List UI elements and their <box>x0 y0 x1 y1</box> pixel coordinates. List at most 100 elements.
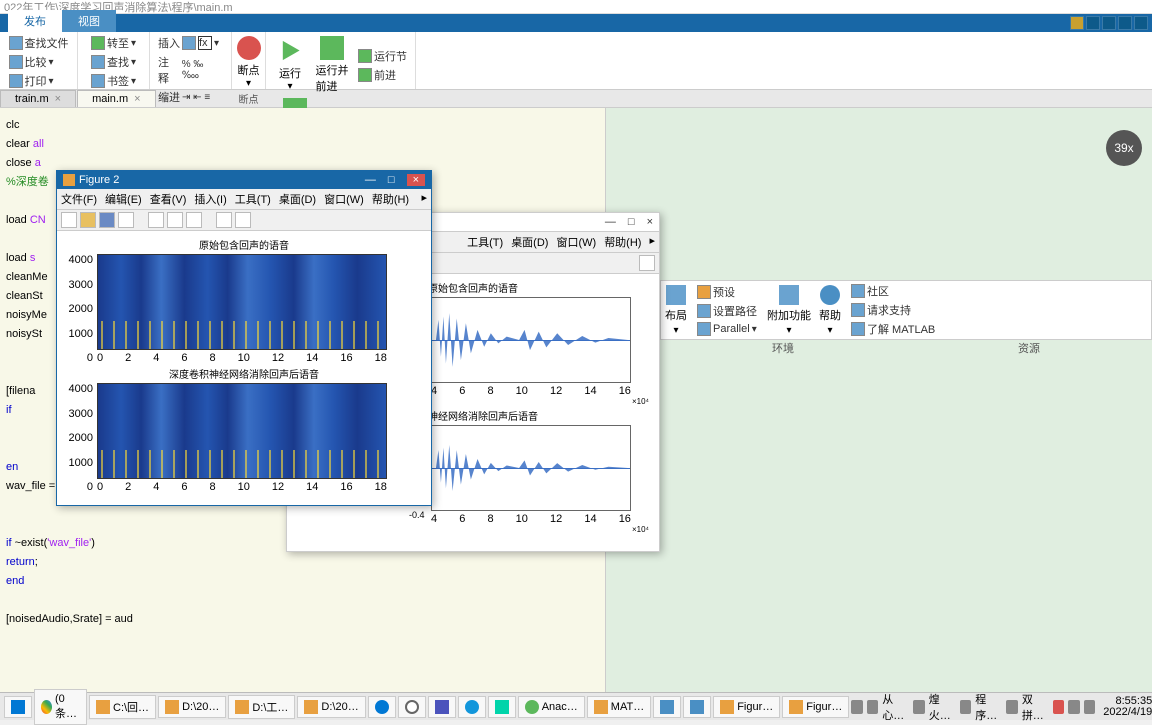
figure2-titlebar[interactable]: Figure 2 —□× <box>57 171 431 189</box>
max-icon[interactable] <box>1102 16 1116 30</box>
menu-window[interactable]: 窗口(W) <box>556 234 596 250</box>
menu-window[interactable]: 窗口(W) <box>324 191 364 207</box>
tool-btn[interactable] <box>186 212 202 228</box>
matlab-icon <box>63 174 75 186</box>
comment-button[interactable]: 注释 % ‰ ‱ <box>156 53 225 87</box>
breakpoint-button[interactable]: 断点▾ <box>231 34 267 91</box>
step-button[interactable]: 前进 <box>356 66 409 84</box>
taskbar-item[interactable] <box>488 696 516 718</box>
tray-icon[interactable] <box>1068 700 1079 714</box>
community-button[interactable]: 社区 <box>849 282 937 300</box>
close-icon[interactable]: × <box>647 216 653 228</box>
open-icon[interactable] <box>80 212 96 228</box>
add-tab-button[interactable]: + <box>157 91 175 107</box>
taskbar-item[interactable]: D:\20… <box>297 696 365 718</box>
menu-view[interactable]: 查看(V) <box>150 191 187 207</box>
menu-tools[interactable]: 工具(T) <box>467 234 503 250</box>
bookmark-button[interactable]: 书签▾ <box>89 72 138 90</box>
run-section-button[interactable]: 运行节 <box>356 47 409 65</box>
taskbar-item[interactable] <box>398 696 426 718</box>
tray-icon[interactable] <box>1006 700 1017 714</box>
pref-button[interactable]: 预设 <box>695 283 759 301</box>
max-icon[interactable]: □ <box>628 216 635 228</box>
compare-button[interactable]: 比较▾ <box>7 53 56 71</box>
min-icon[interactable] <box>1086 16 1100 30</box>
taskbar-item[interactable]: D:\工… <box>228 695 295 719</box>
menu-file[interactable]: 文件(F) <box>61 191 97 207</box>
clock[interactable]: 8:55:352022/4/19 <box>1099 696 1152 718</box>
insert-button[interactable]: 插入 fx▾ <box>156 34 221 52</box>
menu-desktop[interactable]: 桌面(D) <box>511 234 548 250</box>
taskbar-start[interactable] <box>4 696 32 718</box>
help-button[interactable]: 帮助▾ <box>819 285 841 336</box>
menu-tools[interactable]: 工具(T) <box>235 191 271 207</box>
code-line: clear all <box>6 135 599 154</box>
tray-icon[interactable] <box>851 700 862 714</box>
taskbar-item[interactable] <box>428 696 456 718</box>
min-icon[interactable]: — <box>365 174 376 186</box>
file-tab-main[interactable]: main.m× <box>77 90 156 107</box>
tray-text[interactable]: 煌火… <box>929 691 956 723</box>
menu-overflow[interactable]: ▸ <box>649 234 655 250</box>
tray-icon[interactable] <box>1053 700 1064 714</box>
x-axis: 024681012141618 <box>97 481 387 493</box>
tray-icon[interactable] <box>913 700 924 714</box>
close-icon[interactable] <box>1134 16 1148 30</box>
save-icon[interactable] <box>1070 16 1084 30</box>
taskbar-item[interactable] <box>683 696 711 718</box>
menu-desktop[interactable]: 桌面(D) <box>279 191 316 207</box>
close-icon[interactable]: × <box>55 93 61 105</box>
find-files-button[interactable]: 查找文件 <box>7 34 71 52</box>
pointer-icon[interactable] <box>216 212 232 228</box>
taskbar-item[interactable]: C:\回… <box>89 695 156 719</box>
menu-help[interactable]: 帮助(H) <box>372 191 409 207</box>
tool-btn[interactable] <box>148 212 164 228</box>
print-icon[interactable] <box>118 212 134 228</box>
tray-text[interactable]: 程序… <box>975 691 1002 723</box>
menu-help[interactable]: 帮助(H) <box>604 234 641 250</box>
new-icon[interactable] <box>61 212 77 228</box>
goto-button[interactable]: 转至▾ <box>89 34 138 52</box>
tray-icon[interactable] <box>960 700 971 714</box>
menu-edit[interactable]: 编辑(E) <box>105 191 142 207</box>
taskbar-item[interactable]: MAT… <box>587 696 651 718</box>
taskbar-item[interactable]: Figur… <box>782 696 849 718</box>
run-advance-button[interactable]: 运行并 前进 <box>310 34 355 96</box>
taskbar-item[interactable] <box>653 696 681 718</box>
tray-icon[interactable] <box>867 700 878 714</box>
ribbon-tabs: 发布 视图 <box>0 14 1152 32</box>
menu-insert[interactable]: 插入(I) <box>194 191 226 207</box>
setpath-button[interactable]: 设置路径 <box>695 302 759 320</box>
restore-icon[interactable] <box>1118 16 1132 30</box>
tray-text[interactable]: 从心… <box>882 691 909 723</box>
parallel-button[interactable]: Parallel▾ <box>695 321 759 337</box>
tool-btn[interactable] <box>235 212 251 228</box>
taskbar-item[interactable] <box>368 696 396 718</box>
support-button[interactable]: 请求支持 <box>849 301 937 319</box>
file-tab-train[interactable]: train.m× <box>0 90 76 107</box>
menu-overflow[interactable]: ▸ <box>421 191 427 207</box>
close-icon[interactable]: × <box>407 174 425 186</box>
save-icon[interactable] <box>99 212 115 228</box>
figure-window-2[interactable]: Figure 2 —□× 文件(F) 编辑(E) 查看(V) 插入(I) 工具(… <box>56 170 432 506</box>
layout-button[interactable]: 布局▾ <box>665 285 687 336</box>
ribbon-tab-view[interactable]: 视图 <box>62 10 116 32</box>
taskbar-item[interactable]: Anac… <box>518 696 585 718</box>
min-icon[interactable]: — <box>605 216 616 228</box>
ribbon-tab-publish[interactable]: 发布 <box>8 10 62 32</box>
run-button[interactable]: 运行▾ <box>272 37 308 94</box>
taskbar-item[interactable]: (0条… <box>34 689 87 725</box>
addons-button[interactable]: 附加功能▾ <box>767 285 811 336</box>
tray-icon[interactable] <box>1084 700 1095 714</box>
tray-text[interactable]: 双拼… <box>1022 691 1049 723</box>
print-button[interactable]: 打印▾ <box>7 72 56 90</box>
taskbar-item[interactable]: Figur… <box>713 696 780 718</box>
close-icon[interactable]: × <box>134 93 140 105</box>
find-button[interactable]: 查找▾ <box>89 53 138 71</box>
taskbar-item[interactable]: D:\20… <box>158 696 226 718</box>
max-icon[interactable]: □ <box>388 174 395 186</box>
taskbar-item[interactable] <box>458 696 486 718</box>
tool-btn[interactable] <box>639 255 655 271</box>
learn-button[interactable]: 了解 MATLAB <box>849 320 937 338</box>
tool-btn[interactable] <box>167 212 183 228</box>
